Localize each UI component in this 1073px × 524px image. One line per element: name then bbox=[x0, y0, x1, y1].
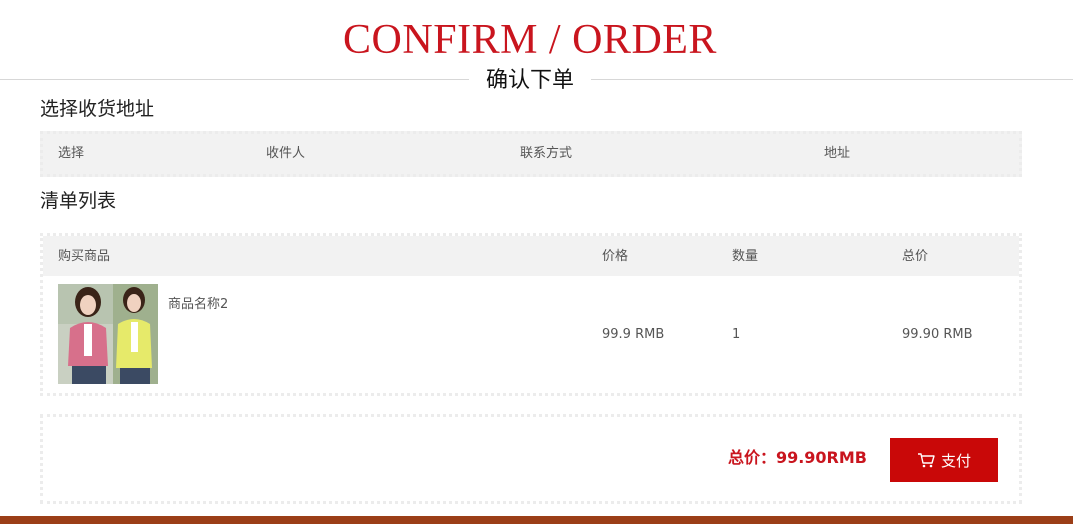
address-col-contact: 联系方式 bbox=[520, 146, 573, 161]
list-col-total: 总价 bbox=[902, 249, 929, 264]
product-name[interactable]: 商品名称2 bbox=[168, 296, 228, 314]
cart-icon bbox=[917, 453, 935, 468]
product-image[interactable] bbox=[58, 284, 158, 384]
address-col-select: 选择 bbox=[58, 146, 85, 161]
address-section-title: 选择收货地址 bbox=[40, 98, 155, 120]
product-quantity: 1 bbox=[732, 327, 741, 342]
total-price: 总价：99.90RMB bbox=[727, 448, 867, 467]
pay-button[interactable]: 支付 bbox=[890, 438, 998, 482]
address-col-address: 地址 bbox=[824, 146, 851, 161]
list-col-product: 购买商品 bbox=[58, 249, 111, 264]
confirm-order-page: CONFIRM / ORDER 确认下单 选择收货地址 选择 收件人 联系方式 … bbox=[0, 0, 1073, 524]
pay-button-label: 支付 bbox=[940, 451, 971, 470]
page-title-cn: 确认下单 bbox=[469, 65, 591, 97]
page-title-en: CONFIRM / ORDER bbox=[343, 17, 717, 63]
footer-bar bbox=[0, 516, 1073, 524]
product-photo-icon bbox=[58, 284, 158, 384]
order-list-table: 购买商品 价格 数量 总价 商品名称2 99.9 RMB 1 99.90 RMB bbox=[40, 233, 1022, 396]
address-table: 选择 收件人 联系方式 地址 bbox=[40, 131, 1022, 177]
list-col-price: 价格 bbox=[602, 249, 629, 264]
list-col-quantity: 数量 bbox=[732, 249, 759, 264]
order-summary: 总价：99.90RMB 支付 bbox=[40, 414, 1022, 504]
list-header-row: 购买商品 价格 数量 总价 bbox=[43, 236, 1019, 276]
product-price: 99.9 RMB bbox=[602, 327, 665, 342]
product-subtotal: 99.90 RMB bbox=[902, 327, 973, 342]
address-col-recipient: 收件人 bbox=[266, 146, 306, 161]
list-section-title: 清单列表 bbox=[40, 190, 117, 212]
